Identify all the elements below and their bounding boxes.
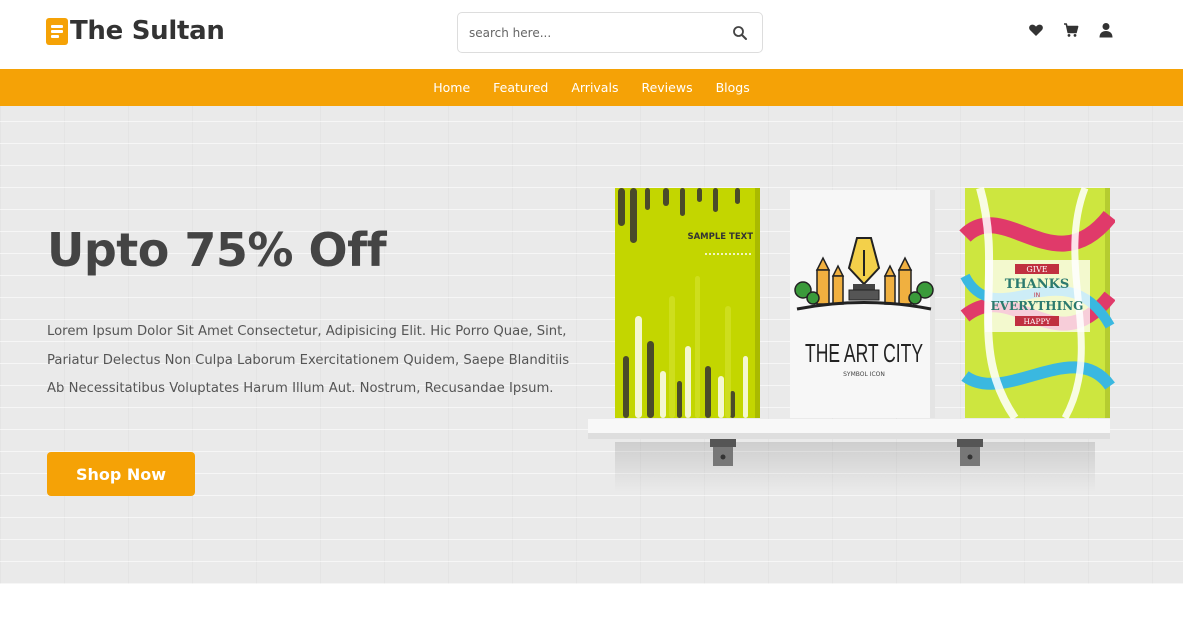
search-box — [457, 12, 763, 53]
search-input[interactable] — [458, 13, 708, 52]
cart-icon[interactable] — [1063, 22, 1079, 38]
book2-subtitle: SYMBOL ICON — [843, 371, 885, 378]
hero-title: Upto 75% Off — [47, 223, 387, 277]
hero-description: Lorem Ipsum Dolor Sit Amet Consectetur, … — [47, 324, 570, 396]
user-icon[interactable] — [1098, 22, 1114, 38]
nav-featured[interactable]: Featured — [493, 80, 548, 95]
book2-title: THE ART CITY — [805, 338, 923, 368]
book-cover-thanks[interactable]: GIVE THANKS IN EVERYTHING HAPPY — [959, 186, 1115, 421]
nav-arrivals[interactable]: Arrivals — [571, 80, 618, 95]
nav-home[interactable]: Home — [433, 80, 470, 95]
book-icon — [46, 17, 68, 45]
heart-icon[interactable] — [1028, 22, 1044, 38]
book3-line1: GIVE — [1026, 265, 1047, 274]
next-section — [0, 584, 1183, 623]
book3-line3: IN — [1034, 292, 1040, 299]
main-nav: Home Featured Arrivals Reviews Blogs — [0, 69, 1183, 106]
nav-blogs[interactable]: Blogs — [716, 80, 750, 95]
hero-section: Upto 75% Off Lorem Ipsum Dolor Sit Amet … — [0, 106, 1183, 584]
shop-now-button[interactable]: Shop Now — [47, 452, 195, 496]
search-icon[interactable] — [732, 25, 748, 41]
site-header: The Sultan — [0, 0, 1183, 69]
book-shelf-illustration: SAMPLE TEXT THE ART CITY SYMBOL ICON GIV… — [588, 186, 1115, 492]
header-icons — [1028, 22, 1114, 38]
book3-line2: THANKS — [1005, 277, 1070, 292]
nav-reviews[interactable]: Reviews — [641, 80, 692, 95]
book3-line4: EVERYTHING — [991, 299, 1084, 313]
logo-text: The Sultan — [70, 16, 225, 46]
book3-line5: HAPPY — [1023, 317, 1051, 326]
book-cover-green[interactable]: SAMPLE TEXT — [615, 188, 760, 418]
book1-cover-text: SAMPLE TEXT — [687, 232, 753, 242]
logo[interactable]: The Sultan — [46, 16, 225, 46]
book-cover-art-city[interactable]: THE ART CITY SYMBOL ICON — [790, 190, 935, 418]
